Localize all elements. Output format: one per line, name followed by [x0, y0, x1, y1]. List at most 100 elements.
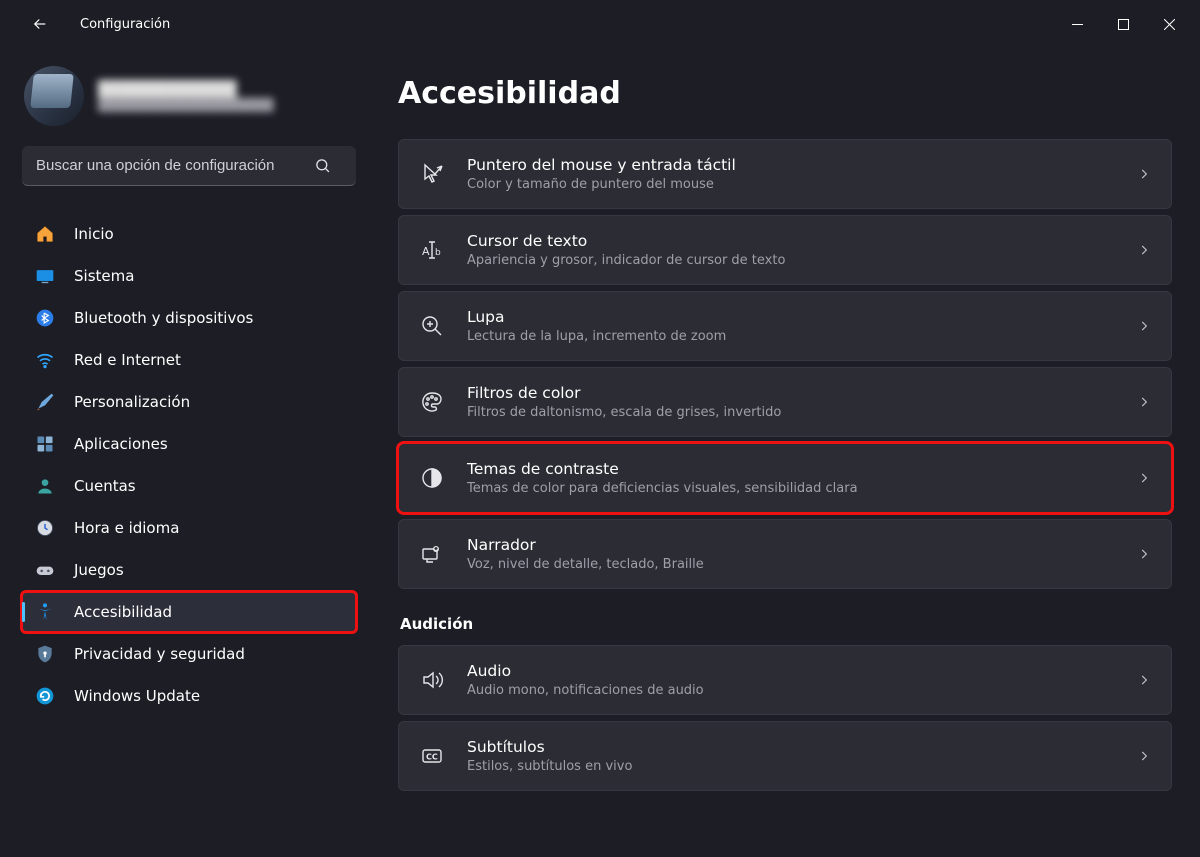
sidebar-item-label: Cuentas [74, 477, 136, 495]
svg-text:b: b [435, 248, 441, 258]
sidebar-item-hora[interactable]: Hora e idioma [22, 508, 356, 548]
sidebar-item-inicio[interactable]: Inicio [22, 214, 356, 254]
accessibility-icon [34, 601, 56, 623]
setting-audio[interactable]: Audio Audio mono, notificaciones de audi… [398, 645, 1172, 715]
avatar [24, 66, 84, 126]
card-title: Lupa [467, 307, 1137, 328]
card-subtitle: Lectura de la lupa, incremento de zoom [467, 328, 1137, 346]
main-content: Accesibilidad Puntero del mouse y entrad… [370, 48, 1200, 857]
card-subtitle: Audio mono, notificaciones de audio [467, 682, 1137, 700]
back-button[interactable] [20, 4, 60, 44]
card-subtitle: Color y tamaño de puntero del mouse [467, 176, 1137, 194]
privacy-icon [34, 643, 56, 665]
contrast-icon [419, 465, 445, 491]
text-cursor-icon: Ab [419, 237, 445, 263]
games-icon [34, 559, 56, 581]
setting-color-filters[interactable]: Filtros de color Filtros de daltonismo, … [398, 367, 1172, 437]
search-box[interactable] [22, 146, 356, 186]
app-title: Configuración [80, 17, 170, 32]
chevron-right-icon [1137, 673, 1151, 687]
narrator-icon [419, 541, 445, 567]
home-icon [34, 223, 56, 245]
profile-email: ███████████████████ [98, 98, 273, 112]
card-subtitle: Filtros de daltonismo, escala de grises,… [467, 404, 1137, 422]
card-title: Filtros de color [467, 383, 1137, 404]
setting-text-cursor[interactable]: Ab Cursor de texto Apariencia y grosor, … [398, 215, 1172, 285]
chevron-right-icon [1137, 319, 1151, 333]
sidebar-item-red[interactable]: Red e Internet [22, 340, 356, 380]
update-icon [34, 685, 56, 707]
sidebar-item-label: Red e Internet [74, 351, 181, 369]
sidebar-item-privacidad[interactable]: Privacidad y seguridad [22, 634, 356, 674]
profile-name: ████████████ [98, 80, 273, 98]
window-controls [1054, 8, 1192, 40]
sidebar-item-label: Windows Update [74, 687, 200, 705]
page-title: Accesibilidad [398, 76, 1172, 111]
account-icon [34, 475, 56, 497]
titlebar: Configuración [0, 0, 1200, 48]
setting-magnifier[interactable]: Lupa Lectura de la lupa, incremento de z… [398, 291, 1172, 361]
setting-mouse-pointer[interactable]: Puntero del mouse y entrada táctil Color… [398, 139, 1172, 209]
maximize-button[interactable] [1100, 8, 1146, 40]
sidebar-item-aplicaciones[interactable]: Aplicaciones [22, 424, 356, 464]
sidebar-item-cuentas[interactable]: Cuentas [22, 466, 356, 506]
bluetooth-icon [34, 307, 56, 329]
card-subtitle: Temas de color para deficiencias visuale… [467, 480, 1137, 498]
card-title: Temas de contraste [467, 459, 1137, 480]
apps-icon [34, 433, 56, 455]
sidebar-item-label: Accesibilidad [74, 603, 172, 621]
sidebar-item-label: Hora e idioma [74, 519, 179, 537]
card-subtitle: Apariencia y grosor, indicador de cursor… [467, 252, 1137, 270]
clock-icon [34, 517, 56, 539]
pointer-icon [419, 161, 445, 187]
card-subtitle: Voz, nivel de detalle, teclado, Braille [467, 556, 1137, 574]
palette-icon [419, 389, 445, 415]
magnifier-icon [419, 313, 445, 339]
sidebar-item-label: Privacidad y seguridad [74, 645, 245, 663]
search-input[interactable] [36, 157, 314, 174]
wifi-icon [34, 349, 56, 371]
card-subtitle: Estilos, subtítulos en vivo [467, 758, 1137, 776]
chevron-right-icon [1137, 167, 1151, 181]
audio-icon [419, 667, 445, 693]
system-icon [34, 265, 56, 287]
close-button[interactable] [1146, 8, 1192, 40]
setting-subtitles[interactable]: CC Subtítulos Estilos, subtítulos en viv… [398, 721, 1172, 791]
sidebar-item-accesibilidad[interactable]: Accesibilidad [22, 592, 356, 632]
chevron-right-icon [1137, 395, 1151, 409]
sidebar-item-label: Sistema [74, 267, 134, 285]
brush-icon [34, 391, 56, 413]
sidebar-item-label: Bluetooth y dispositivos [74, 309, 253, 327]
card-title: Cursor de texto [467, 231, 1137, 252]
close-icon [1164, 19, 1175, 30]
chevron-right-icon [1137, 243, 1151, 257]
setting-contrast-themes[interactable]: Temas de contraste Temas de color para d… [398, 443, 1172, 513]
sidebar-item-bluetooth[interactable]: Bluetooth y dispositivos [22, 298, 356, 338]
svg-text:CC: CC [426, 753, 438, 762]
profile-header[interactable]: ████████████ ███████████████████ [22, 66, 356, 126]
sidebar-item-sistema[interactable]: Sistema [22, 256, 356, 296]
chevron-right-icon [1137, 547, 1151, 561]
sidebar-item-personalizacion[interactable]: Personalización [22, 382, 356, 422]
section-heading-audicion: Audición [400, 615, 1172, 633]
sidebar-item-label: Inicio [74, 225, 114, 243]
minimize-button[interactable] [1054, 8, 1100, 40]
minimize-icon [1072, 19, 1083, 30]
svg-text:A: A [422, 245, 430, 258]
card-title: Audio [467, 661, 1137, 682]
maximize-icon [1118, 19, 1129, 30]
card-title: Narrador [467, 535, 1137, 556]
card-title: Subtítulos [467, 737, 1137, 758]
sidebar-item-update[interactable]: Windows Update [22, 676, 356, 716]
nav-list: Inicio Sistema Bluetooth y dispositivos … [22, 214, 356, 716]
card-title: Puntero del mouse y entrada táctil [467, 155, 1137, 176]
sidebar: ████████████ ███████████████████ Inicio … [0, 48, 370, 857]
chevron-right-icon [1137, 749, 1151, 763]
search-icon [314, 157, 350, 174]
sidebar-item-label: Personalización [74, 393, 190, 411]
chevron-right-icon [1137, 471, 1151, 485]
sidebar-item-juegos[interactable]: Juegos [22, 550, 356, 590]
sidebar-item-label: Aplicaciones [74, 435, 168, 453]
captions-icon: CC [419, 743, 445, 769]
setting-narrator[interactable]: Narrador Voz, nivel de detalle, teclado,… [398, 519, 1172, 589]
